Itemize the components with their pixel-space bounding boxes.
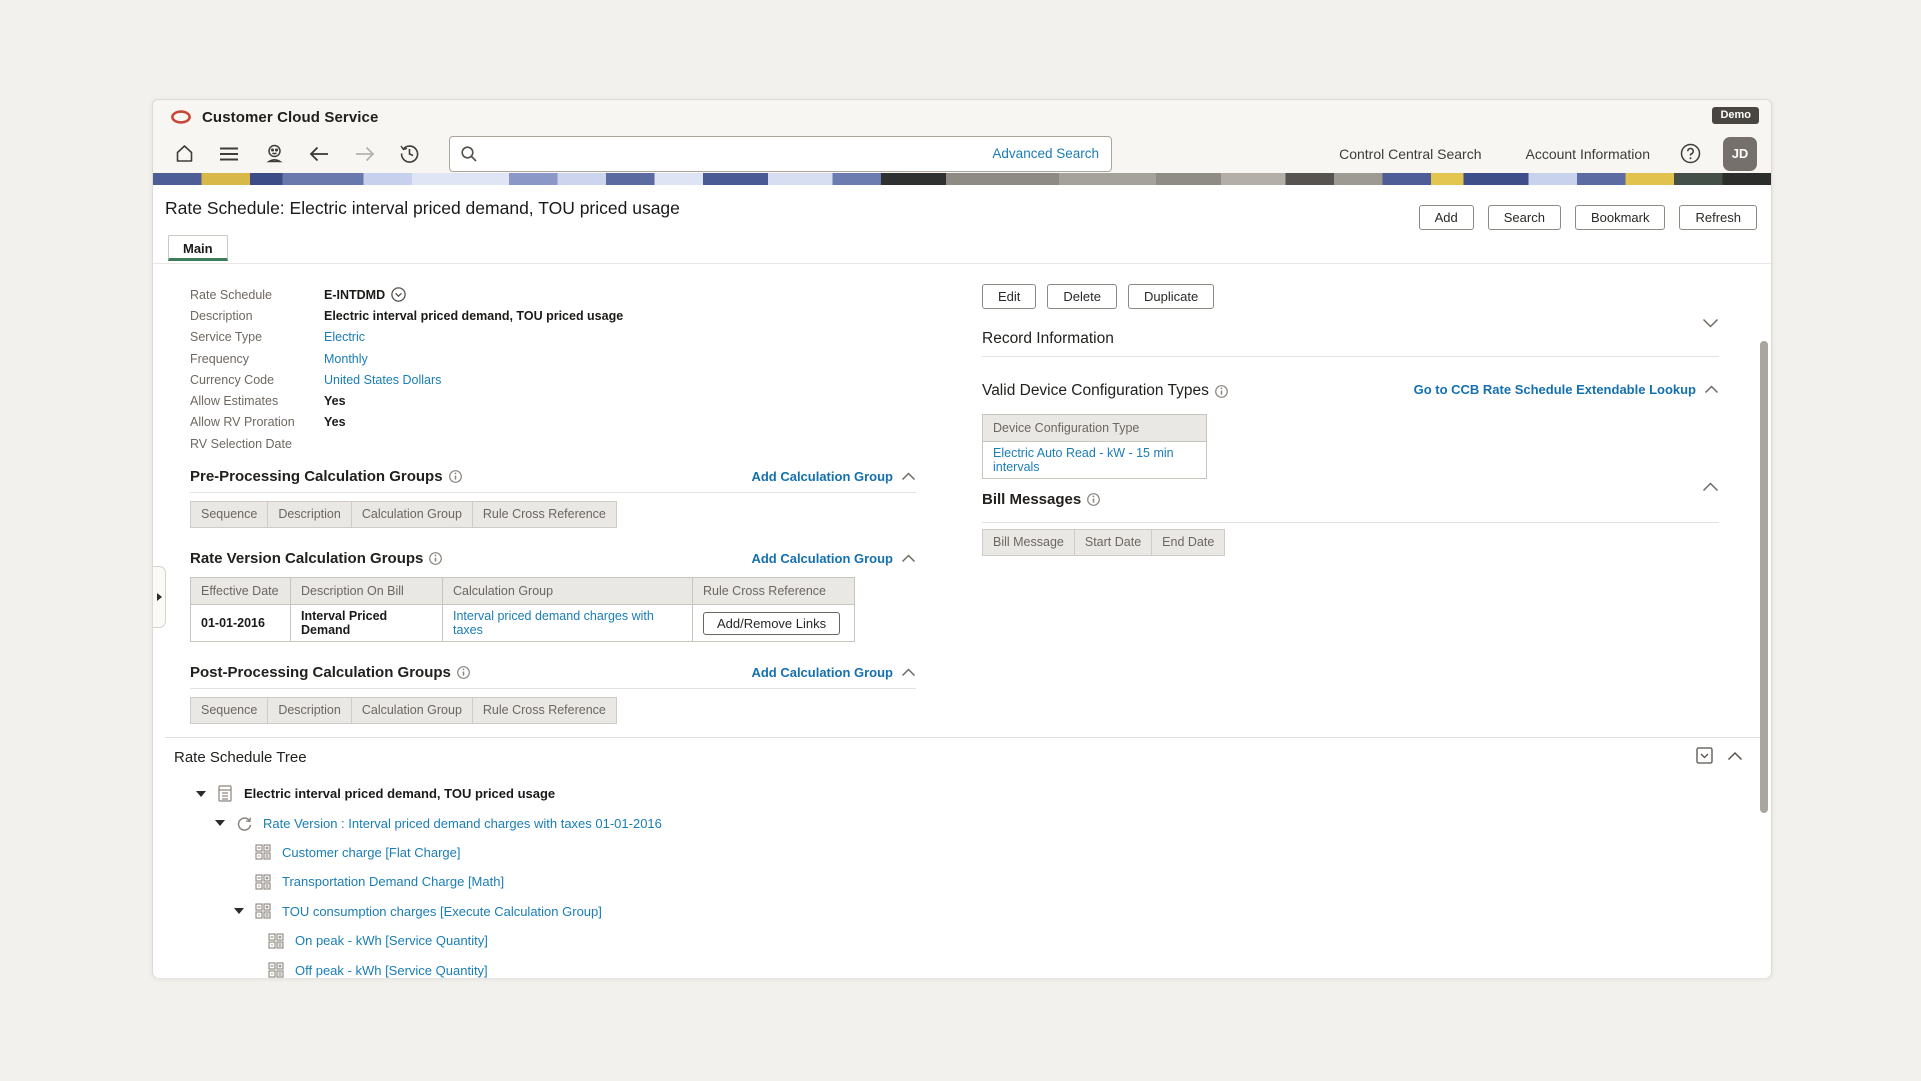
forward-arrow-icon[interactable] xyxy=(349,139,379,169)
rate-schedule-icon xyxy=(215,785,235,802)
side-panel-expand-handle[interactable] xyxy=(153,566,166,628)
go-to-ccb-extendable-lookup-link[interactable]: Go to CCB Rate Schedule Extendable Looku… xyxy=(1414,382,1696,397)
toolbar: Advanced Search Control Central Search A… xyxy=(153,134,1771,173)
calc-rule-icon xyxy=(266,962,286,978)
vertical-scrollbar[interactable] xyxy=(1760,341,1768,813)
table-row: Electric Auto Read - kW - 15 min interva… xyxy=(983,442,1207,479)
refresh-button[interactable]: Refresh xyxy=(1679,205,1757,230)
rate-schedule-tree-title: Rate Schedule Tree xyxy=(174,749,307,766)
chevron-up-icon[interactable] xyxy=(901,668,916,677)
add-button[interactable]: Add xyxy=(1419,205,1474,230)
tree-item-calc-rule-group: TOU consumption charges [Execute Calcula… xyxy=(165,897,1761,926)
post-processing-table-headers: Sequence Description Calculation Group R… xyxy=(190,697,916,724)
chevron-up-icon[interactable] xyxy=(1704,385,1719,394)
calculation-group-link[interactable]: Interval priced demand charges with taxe… xyxy=(453,609,654,637)
page-actions: Add Search Bookmark Refresh xyxy=(1419,205,1757,230)
info-icon[interactable] xyxy=(457,666,470,679)
duplicate-button[interactable]: Duplicate xyxy=(1128,284,1214,309)
help-icon[interactable] xyxy=(1680,143,1701,164)
control-central-search-link[interactable]: Control Central Search xyxy=(1339,146,1481,162)
pre-processing-table-headers: Sequence Description Calculation Group R… xyxy=(190,501,916,528)
bookmark-button[interactable]: Bookmark xyxy=(1575,205,1666,230)
post-processing-section: Post-Processing Calculation Groups Add C… xyxy=(190,664,916,724)
window-header: Customer Cloud Service Demo xyxy=(153,100,1771,134)
field-currency-code: Currency Code United States Dollars xyxy=(190,369,916,390)
bill-messages-table-headers: Bill Message Start Date End Date xyxy=(982,529,1224,556)
pre-processing-section: Pre-Processing Calculation Groups Add Ca… xyxy=(190,468,916,528)
field-service-type: Service Type Electric xyxy=(190,327,916,348)
tree-item-rate-schedule: Electric interval priced demand, TOU pri… xyxy=(165,779,1761,808)
add-remove-links-button[interactable]: Add/Remove Links xyxy=(703,612,840,635)
calc-rule-icon xyxy=(266,933,286,949)
chevron-circle-down-icon[interactable] xyxy=(391,287,406,302)
user-avatar[interactable]: JD xyxy=(1723,137,1757,171)
tree-item-calc-rule: Transportation Demand Charge [Math] xyxy=(165,867,1761,896)
field-allow-rv-proration: Allow RV Proration Yes xyxy=(190,412,916,433)
rate-schedule-details: Rate Schedule E-INTDMD Description Elect… xyxy=(190,284,916,454)
info-icon[interactable] xyxy=(449,470,462,483)
edit-button[interactable]: Edit xyxy=(982,284,1036,309)
chevron-up-icon[interactable] xyxy=(1727,751,1743,761)
app-window: Customer Cloud Service Demo xyxy=(152,99,1772,978)
device-configuration-table: Device Configuration Type Electric Auto … xyxy=(982,414,1207,479)
calc-rule-icon xyxy=(253,903,273,919)
field-rate-schedule: Rate Schedule E-INTDMD xyxy=(190,284,916,305)
rate-schedule-tree-section: Rate Schedule Tree Electric interval pri… xyxy=(165,737,1761,738)
history-icon[interactable] xyxy=(394,139,424,169)
add-calculation-group-link[interactable]: Add Calculation Group xyxy=(751,665,893,680)
person-icon[interactable] xyxy=(259,139,289,169)
tree-item-calc-rule: Off peak - kWh [Service Quantity] xyxy=(165,955,1761,978)
table-row: 01-01-2016 Interval Priced Demand Interv… xyxy=(191,605,855,642)
tree-item-calc-rule: Customer charge [Flat Charge] xyxy=(165,838,1761,867)
info-icon[interactable] xyxy=(1215,385,1228,398)
account-information-link[interactable]: Account Information xyxy=(1525,146,1650,162)
expand-right-icon xyxy=(157,593,162,601)
info-icon[interactable] xyxy=(1087,493,1100,506)
info-icon[interactable] xyxy=(429,552,442,565)
bill-messages-section: Bill Messages Bill Message Start Date En… xyxy=(982,478,1719,548)
search-button[interactable]: Search xyxy=(1488,205,1561,230)
main-content: Rate Schedule E-INTDMD Description Elect… xyxy=(153,264,1771,978)
record-information-section: Record Information xyxy=(982,318,1719,357)
add-calculation-group-link[interactable]: Add Calculation Group xyxy=(751,551,893,566)
add-calculation-group-link[interactable]: Add Calculation Group xyxy=(751,469,893,484)
oracle-logo-icon xyxy=(170,110,192,124)
tree-caret-icon[interactable] xyxy=(193,791,209,797)
home-icon[interactable] xyxy=(169,139,199,169)
page-title: Rate Schedule: Electric interval priced … xyxy=(165,198,680,219)
search-icon xyxy=(460,145,478,163)
field-frequency: Frequency Monthly xyxy=(190,348,916,369)
chevron-down-icon[interactable] xyxy=(1702,318,1719,328)
rate-version-table: Effective Date Description On Bill Calcu… xyxy=(190,577,855,642)
advanced-search-link[interactable]: Advanced Search xyxy=(992,146,1099,161)
menu-icon[interactable] xyxy=(214,139,244,169)
chevron-up-icon[interactable] xyxy=(1702,482,1719,492)
expand-collapse-box-icon[interactable] xyxy=(1696,747,1713,764)
banner-image-strip xyxy=(153,173,1771,185)
device-configuration-type-link[interactable]: Electric Auto Read - kW - 15 min interva… xyxy=(993,446,1174,474)
rate-version-section: Rate Version Calculation Groups Add Calc… xyxy=(190,550,916,642)
rate-version-icon xyxy=(234,815,254,832)
tab-bar: Main xyxy=(153,234,1771,264)
calc-rule-icon xyxy=(253,874,273,890)
tree-caret-icon[interactable] xyxy=(212,820,228,826)
tree-caret-icon[interactable] xyxy=(231,908,247,914)
field-rv-selection-date: RV Selection Date xyxy=(190,433,916,454)
device-configuration-types-section: Valid Device Configuration Types Go to C… xyxy=(982,382,1719,479)
chevron-up-icon[interactable] xyxy=(901,472,916,481)
record-information-title: Record Information xyxy=(982,330,1114,348)
tree-item-calc-rule: On peak - kWh [Service Quantity] xyxy=(165,926,1761,955)
chevron-up-icon[interactable] xyxy=(901,554,916,563)
field-description: Description Electric interval priced dem… xyxy=(190,305,916,326)
back-arrow-icon[interactable] xyxy=(304,139,334,169)
tab-main[interactable]: Main xyxy=(168,235,228,261)
field-allow-estimates: Allow Estimates Yes xyxy=(190,390,916,411)
demo-badge: Demo xyxy=(1712,107,1759,124)
tree-item-rate-version: Rate Version : Interval priced demand ch… xyxy=(165,808,1761,837)
app-title: Customer Cloud Service xyxy=(202,109,378,126)
record-actions: Edit Delete Duplicate xyxy=(982,284,1214,309)
calc-rule-icon xyxy=(253,844,273,860)
delete-button[interactable]: Delete xyxy=(1047,284,1117,309)
